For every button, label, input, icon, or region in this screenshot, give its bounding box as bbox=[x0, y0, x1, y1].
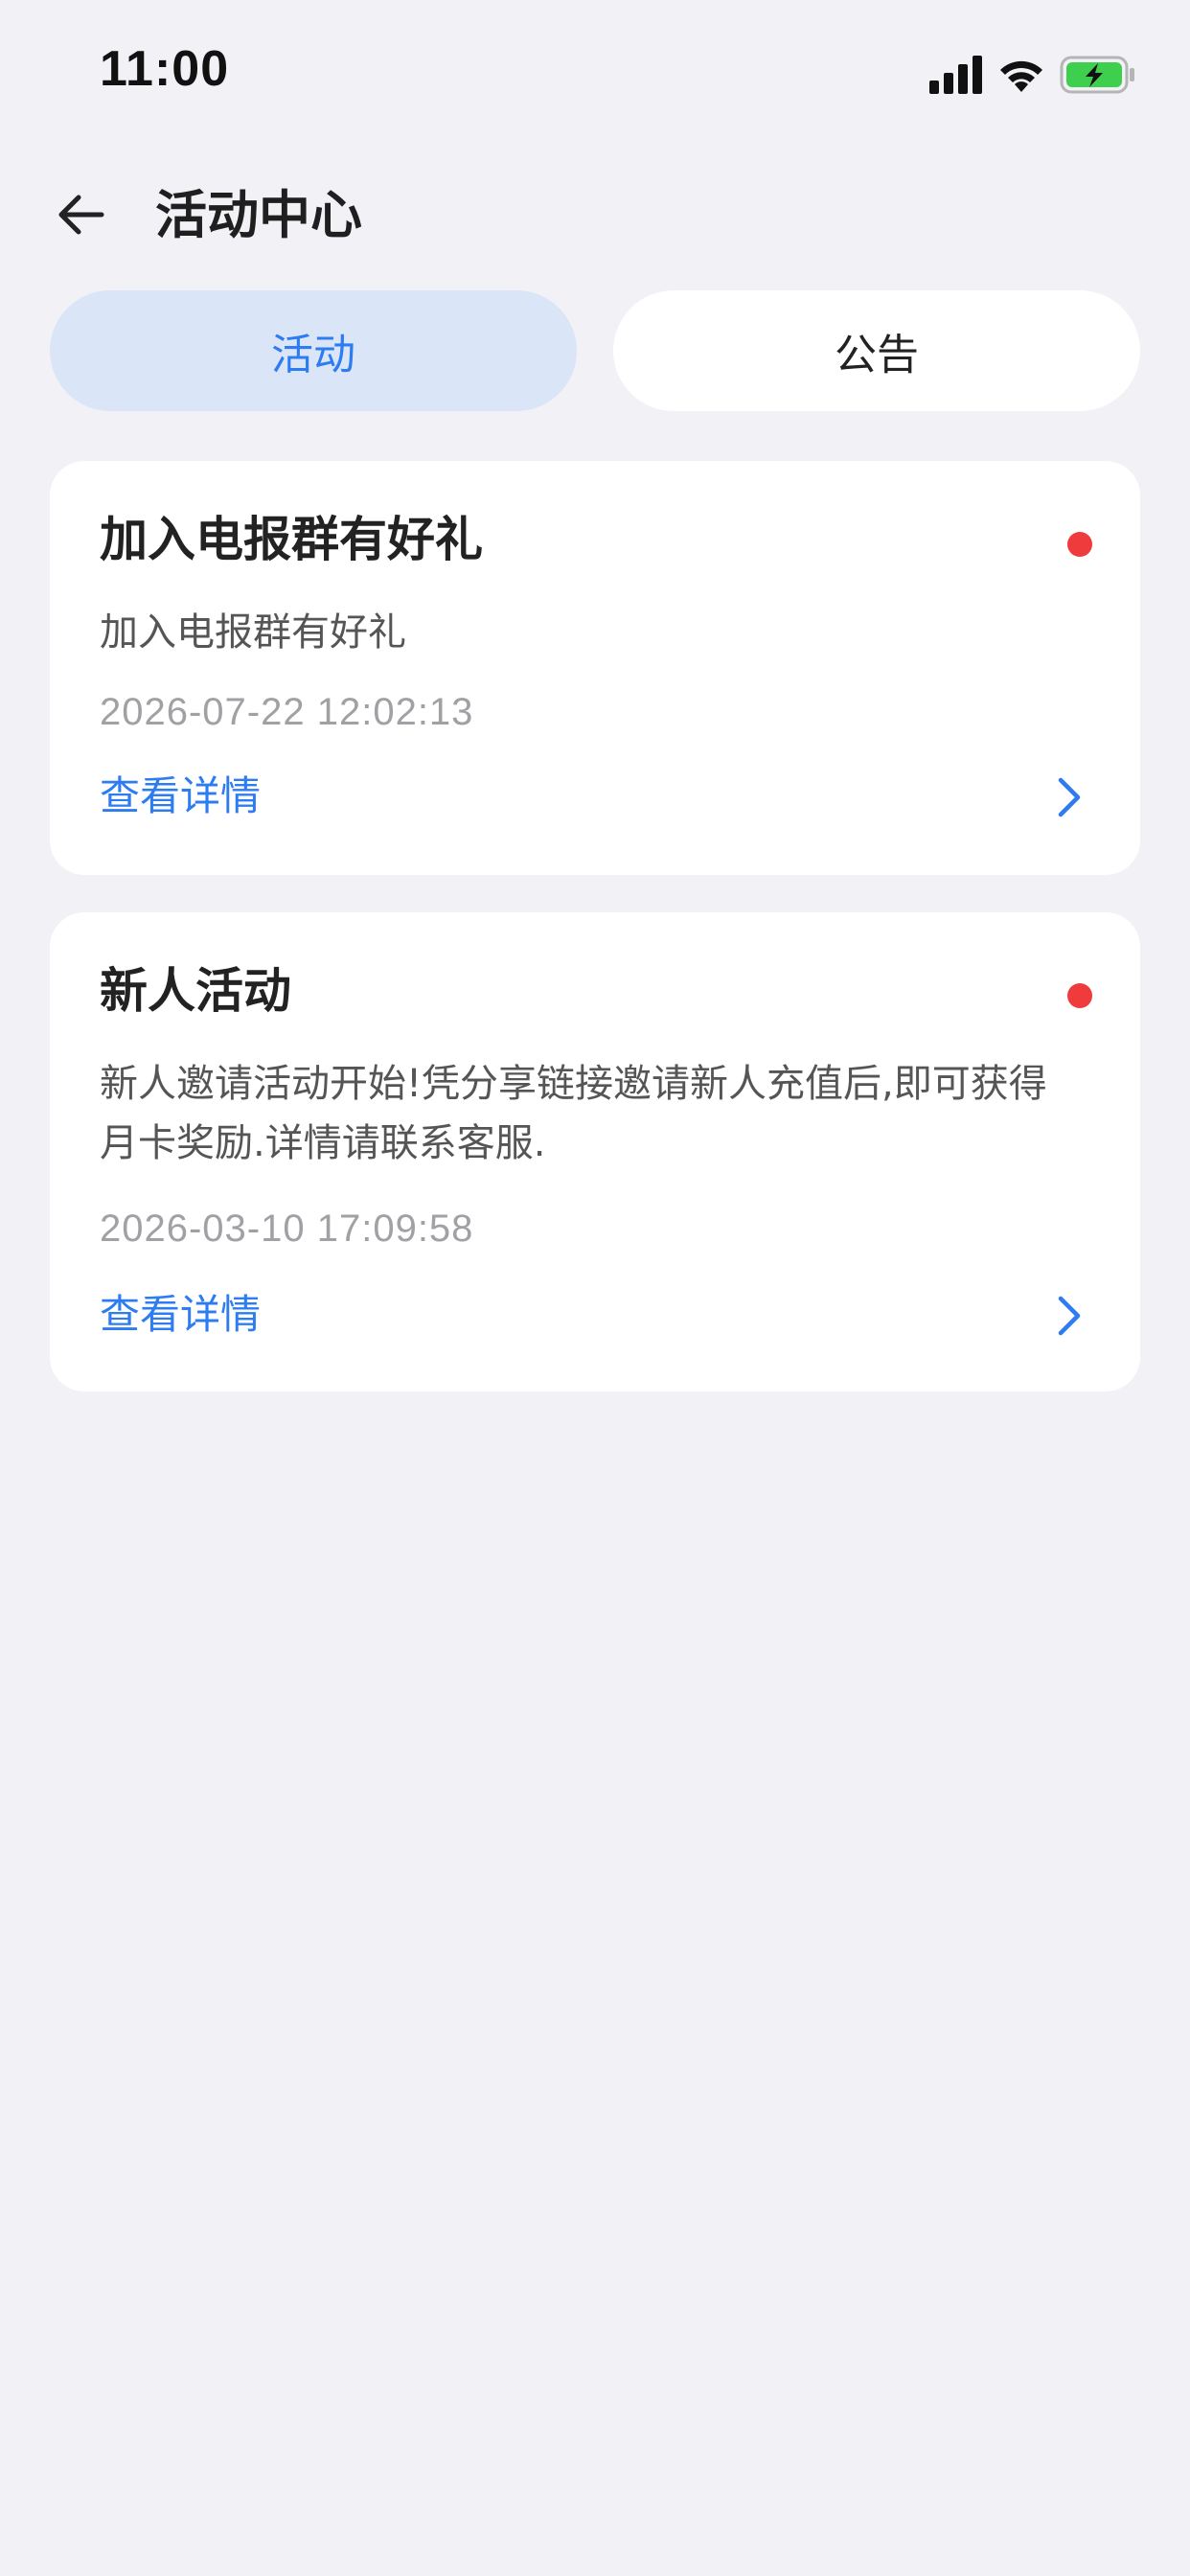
tab-activities[interactable]: 活动 bbox=[50, 290, 577, 411]
status-time: 11:00 bbox=[100, 41, 230, 97]
activity-card[interactable]: 新人活动 新人邀请活动开始!凭分享链接邀请新人充值后,即可获得月卡奖励.详情请联… bbox=[50, 912, 1140, 1392]
chevron-right-icon[interactable] bbox=[1044, 773, 1092, 821]
view-details-link[interactable]: 查看详情 bbox=[100, 764, 1092, 831]
unread-dot bbox=[1067, 983, 1092, 1008]
status-bar: 11:00 bbox=[0, 0, 1190, 153]
view-details-label: 查看详情 bbox=[100, 1291, 262, 1338]
tab-announcements[interactable]: 公告 bbox=[613, 290, 1140, 411]
chevron-right-icon[interactable] bbox=[1044, 1292, 1092, 1340]
nav-bar: 活动中心 bbox=[0, 172, 1190, 259]
arrow-left-icon bbox=[54, 188, 107, 245]
view-details-link[interactable]: 查看详情 bbox=[100, 1282, 1092, 1349]
card-description: 新人邀请活动开始!凭分享链接邀请新人充值后,即可获得月卡奖励.详情请联系客服. bbox=[100, 1062, 1047, 1165]
card-timestamp: 2026-03-10 17:09:58 bbox=[100, 1208, 474, 1250]
tab-bar: 活动 公告 bbox=[50, 290, 1140, 411]
signal-icon bbox=[929, 56, 983, 94]
activity-card[interactable]: 加入电报群有好礼 加入电报群有好礼 2026-07-22 12:02:13 查看… bbox=[50, 461, 1140, 875]
wifi-icon bbox=[996, 56, 1046, 94]
battery-charging-icon bbox=[1060, 55, 1136, 95]
card-title: 新人活动 bbox=[100, 963, 291, 1019]
card-timestamp: 2026-07-22 12:02:13 bbox=[100, 691, 474, 733]
card-description: 加入电报群有好礼 bbox=[100, 610, 406, 655]
view-details-label: 查看详情 bbox=[100, 772, 262, 819]
card-title: 加入电报群有好礼 bbox=[100, 512, 483, 567]
status-icons bbox=[929, 52, 1136, 98]
page-title: 活动中心 bbox=[155, 185, 362, 245]
unread-dot bbox=[1067, 532, 1092, 557]
back-button[interactable] bbox=[50, 186, 111, 247]
